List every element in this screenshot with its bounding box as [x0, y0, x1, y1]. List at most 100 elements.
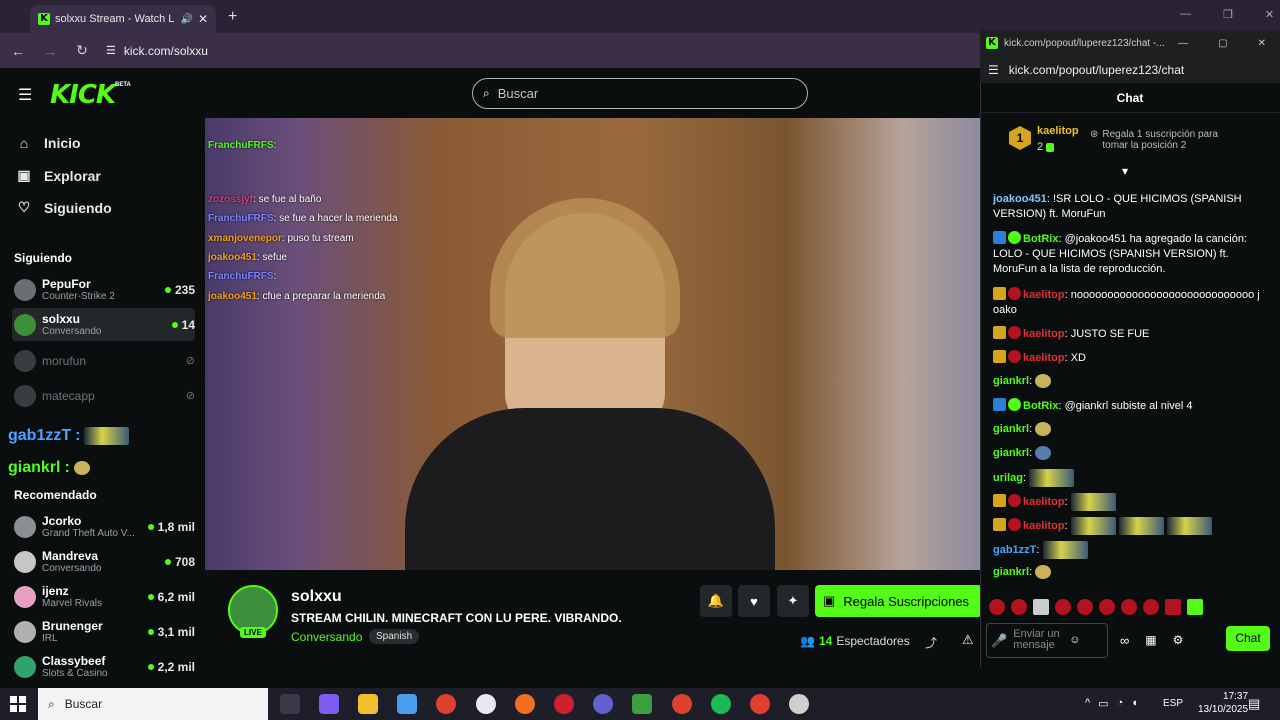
- chat-send-button[interactable]: Chat: [1226, 626, 1270, 651]
- maximize-icon[interactable]: ▢: [1218, 38, 1227, 49]
- emote-icon: [1035, 374, 1052, 389]
- avatar: [14, 620, 36, 643]
- search-input[interactable]: ⌕ Buscar: [472, 78, 808, 109]
- popout-url[interactable]: kick.com/popout/luperez123/chat: [1009, 63, 1184, 77]
- channel-name: Mandreva: [42, 549, 99, 563]
- site-info-icon[interactable]: ☰: [988, 63, 999, 77]
- chevron-up-icon[interactable]: ^: [1085, 697, 1090, 710]
- gift-icon: ⊛: [1090, 129, 1099, 140]
- chrome-icon[interactable]: [672, 694, 692, 714]
- notification-icon[interactable]: ▤: [1248, 696, 1260, 712]
- maximize-icon[interactable]: ❐: [1223, 8, 1233, 21]
- browser-tab[interactable]: K solxxu Stream - Watch Live 🔊 ✕: [30, 5, 216, 33]
- emote-icon[interactable]: [1077, 599, 1093, 615]
- sparkle-button[interactable]: ✦: [777, 585, 809, 617]
- emote-icon[interactable]: [1033, 599, 1049, 615]
- reload-icon[interactable]: ↻: [74, 42, 90, 59]
- pinned-count: 2: [1037, 141, 1056, 153]
- popout-titlebar: K kick.com/popout/luperez123/chat -... —…: [980, 30, 1280, 56]
- stream-category[interactable]: Conversando: [291, 630, 362, 644]
- task-view-icon[interactable]: [280, 694, 300, 714]
- nav-inicio[interactable]: ⌂ Inicio: [16, 135, 81, 151]
- emote-icon: [1035, 422, 1052, 437]
- share-icon[interactable]: ⤴: [925, 634, 937, 651]
- sidebar-channel-ijenz[interactable]: ijenz Marvel Rivals 6,2 mil: [12, 580, 195, 613]
- emote-icon[interactable]: [1011, 599, 1027, 615]
- file-explorer-icon[interactable]: [358, 694, 378, 714]
- taskbar-search[interactable]: ⌕ Buscar: [38, 688, 268, 720]
- minimize-icon[interactable]: —: [1180, 8, 1191, 21]
- store-icon[interactable]: ▦: [1145, 633, 1156, 647]
- forward-icon[interactable]: →: [42, 43, 58, 59]
- sidebar-channel-mandreva[interactable]: Mandreva Conversando 708: [12, 545, 195, 578]
- site-info-icon[interactable]: ☰: [106, 44, 116, 57]
- language-tag[interactable]: Spanish: [369, 629, 420, 644]
- emoji-icon[interactable]: ☺: [1069, 634, 1080, 646]
- sidebar-channel-classybeef[interactable]: Classybeef Slots & Casino 2,2 mil: [12, 650, 195, 683]
- emote-icon[interactable]: [1187, 599, 1203, 615]
- emote-icon[interactable]: [1121, 599, 1137, 615]
- wifi-icon[interactable]: ◔: [1117, 697, 1124, 710]
- channel-name[interactable]: solxxu: [291, 588, 342, 606]
- close-icon[interactable]: ✕: [1265, 8, 1274, 21]
- infinity-icon[interactable]: ∞: [1120, 633, 1129, 648]
- minecraft-icon[interactable]: [632, 694, 652, 714]
- channel-category: Conversando: [42, 563, 102, 574]
- back-icon[interactable]: ←: [10, 43, 26, 59]
- chrome-icon[interactable]: [436, 694, 456, 714]
- app-icon[interactable]: [515, 694, 535, 714]
- copilot-icon[interactable]: [319, 694, 339, 714]
- new-tab-icon[interactable]: +: [228, 8, 237, 26]
- app-icon[interactable]: [554, 694, 574, 714]
- report-icon[interactable]: ⚠: [962, 632, 974, 648]
- emote-icon[interactable]: [989, 599, 1005, 615]
- store-icon[interactable]: [397, 694, 417, 714]
- speaker-icon[interactable]: 🔊: [180, 14, 192, 25]
- sidebar-channel-solxxu[interactable]: solxxu Conversando 14: [12, 308, 195, 341]
- emote-icon[interactable]: [1165, 599, 1181, 615]
- windows-start-icon[interactable]: [10, 696, 26, 712]
- video-player[interactable]: FranchuFRFS: zozossjyf: se fue al baño F…: [205, 118, 980, 570]
- clock[interactable]: 17:37 13/10/2025: [1198, 690, 1248, 716]
- chat-message: giankrl:: [993, 374, 1261, 389]
- microphone-icon[interactable]: 🎤: [991, 634, 1007, 647]
- channel-category: Grand Theft Auto V...: [42, 528, 135, 539]
- close-icon[interactable]: ✕: [1258, 38, 1266, 49]
- chrome-icon[interactable]: [750, 694, 770, 714]
- emote-row: [986, 597, 1270, 617]
- sidebar-channel-matecapp[interactable]: matecapp ⊘: [12, 379, 195, 412]
- pinned-user[interactable]: kaelitop: [1037, 125, 1079, 137]
- url-field[interactable]: ☰ kick.com/solxxu: [106, 44, 208, 58]
- follow-button[interactable]: ♥: [738, 585, 770, 617]
- nav-explorar[interactable]: ▣ Explorar: [16, 167, 101, 184]
- emote-icon: [1035, 565, 1052, 580]
- battery-icon[interactable]: ▭: [1098, 697, 1108, 710]
- emote-icon[interactable]: [1143, 599, 1159, 615]
- kick-logo[interactable]: KICK: [50, 80, 116, 110]
- tab-close-icon[interactable]: ✕: [198, 12, 208, 26]
- menu-icon[interactable]: ☰: [18, 85, 32, 105]
- gift-subs-button[interactable]: ▣ Regala Suscripciones: [815, 585, 982, 617]
- minimize-icon[interactable]: —: [1178, 38, 1188, 49]
- settings-icon[interactable]: ⚙: [1173, 633, 1184, 647]
- app-icon[interactable]: [476, 694, 496, 714]
- pinned-cta[interactable]: ⊛ Regala 1 suscripción para tomar la posi…: [1090, 129, 1240, 151]
- emote-icon: [1070, 517, 1116, 535]
- avatar: [14, 278, 36, 301]
- sidebar-channel-pepufor[interactable]: PepuFor Counter-Strike 2 235: [12, 273, 195, 306]
- sidebar-channel-jcorko[interactable]: Jcorko Grand Theft Auto V... 1,8 mil: [12, 510, 195, 543]
- emote-icon[interactable]: [1055, 599, 1071, 615]
- sidebar-channel-brunenger[interactable]: Brunenger IRL 3,1 mil: [12, 615, 195, 648]
- video-chat-line: xmanjovenepor: puso tu stream: [208, 233, 354, 244]
- sidebar-channel-morufun[interactable]: morufun ⊘: [12, 344, 195, 377]
- discord-icon[interactable]: [593, 694, 613, 714]
- nav-label: Explorar: [44, 167, 101, 184]
- app-icon[interactable]: [789, 694, 809, 714]
- volume-icon[interactable]: ◖: [1131, 697, 1138, 710]
- notifications-button[interactable]: 🔔: [700, 585, 732, 617]
- emote-icon[interactable]: [1099, 599, 1115, 615]
- nav-siguiendo[interactable]: ♡ Siguiendo: [16, 199, 112, 216]
- spotify-icon[interactable]: [711, 694, 731, 714]
- language-indicator[interactable]: ESP: [1163, 698, 1183, 709]
- chat-input[interactable]: 🎤 Enviar un mensaje ☺: [986, 622, 1108, 658]
